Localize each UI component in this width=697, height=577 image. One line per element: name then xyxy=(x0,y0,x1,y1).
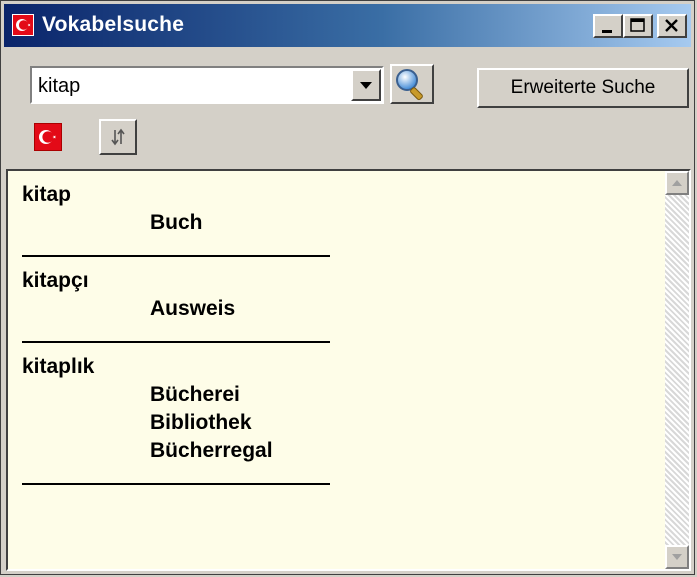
results-list: kitap Buch kitapçı Ausweis kitaplık Büch… xyxy=(22,181,352,495)
close-button[interactable] xyxy=(657,14,687,38)
minimize-icon xyxy=(602,30,612,33)
result-translation: Bücherregal xyxy=(150,439,273,462)
scroll-down-button[interactable] xyxy=(665,545,689,569)
result-entry: kitaplık Bücherei Bibliothek Bücherregal xyxy=(22,353,352,485)
result-translation: Bücherei xyxy=(150,383,240,406)
search-combobox[interactable]: kitap xyxy=(30,66,384,104)
magnifier-icon xyxy=(396,69,423,101)
entry-separator xyxy=(22,483,330,485)
result-translation: Buch xyxy=(150,211,203,234)
swap-arrows-icon xyxy=(111,128,125,146)
result-term: kitapçı xyxy=(22,269,89,292)
window-title: Vokabelsuche xyxy=(42,13,185,36)
title-bar[interactable]: Vokabelsuche xyxy=(4,4,691,47)
vokabelsuche-window: Vokabelsuche kitap Erweiterte Suche kita… xyxy=(0,0,695,575)
maximize-icon xyxy=(630,18,645,32)
result-translation: Bibliothek xyxy=(150,411,252,434)
vertical-scrollbar[interactable] xyxy=(665,171,689,569)
result-term: kitap xyxy=(22,183,72,206)
swap-direction-button[interactable] xyxy=(99,119,137,155)
entry-separator xyxy=(22,255,330,257)
entry-separator xyxy=(22,341,330,343)
dropdown-button[interactable] xyxy=(351,69,381,101)
result-term: kitaplık xyxy=(22,355,95,378)
chevron-down-icon xyxy=(360,82,372,89)
minimize-button[interactable] xyxy=(593,14,623,38)
turkish-flag-icon xyxy=(12,14,34,36)
search-input[interactable]: kitap xyxy=(38,74,80,98)
close-icon xyxy=(665,19,678,32)
arrow-down-icon xyxy=(672,554,682,560)
result-entry: kitapçı Ausweis xyxy=(22,267,352,343)
results-pane: kitap Buch kitapçı Ausweis kitaplık Büch… xyxy=(6,169,691,571)
turkish-flag-icon xyxy=(39,130,56,144)
result-translation: Ausweis xyxy=(150,297,236,320)
search-toolbar: kitap Erweiterte Suche xyxy=(4,49,691,167)
arrow-up-icon xyxy=(672,180,682,186)
maximize-button[interactable] xyxy=(623,14,653,38)
scroll-up-button[interactable] xyxy=(665,171,689,195)
advanced-search-button[interactable]: Erweiterte Suche xyxy=(477,68,689,108)
language-button[interactable] xyxy=(34,123,62,151)
search-button[interactable] xyxy=(390,64,434,104)
result-entry: kitap Buch xyxy=(22,181,352,257)
